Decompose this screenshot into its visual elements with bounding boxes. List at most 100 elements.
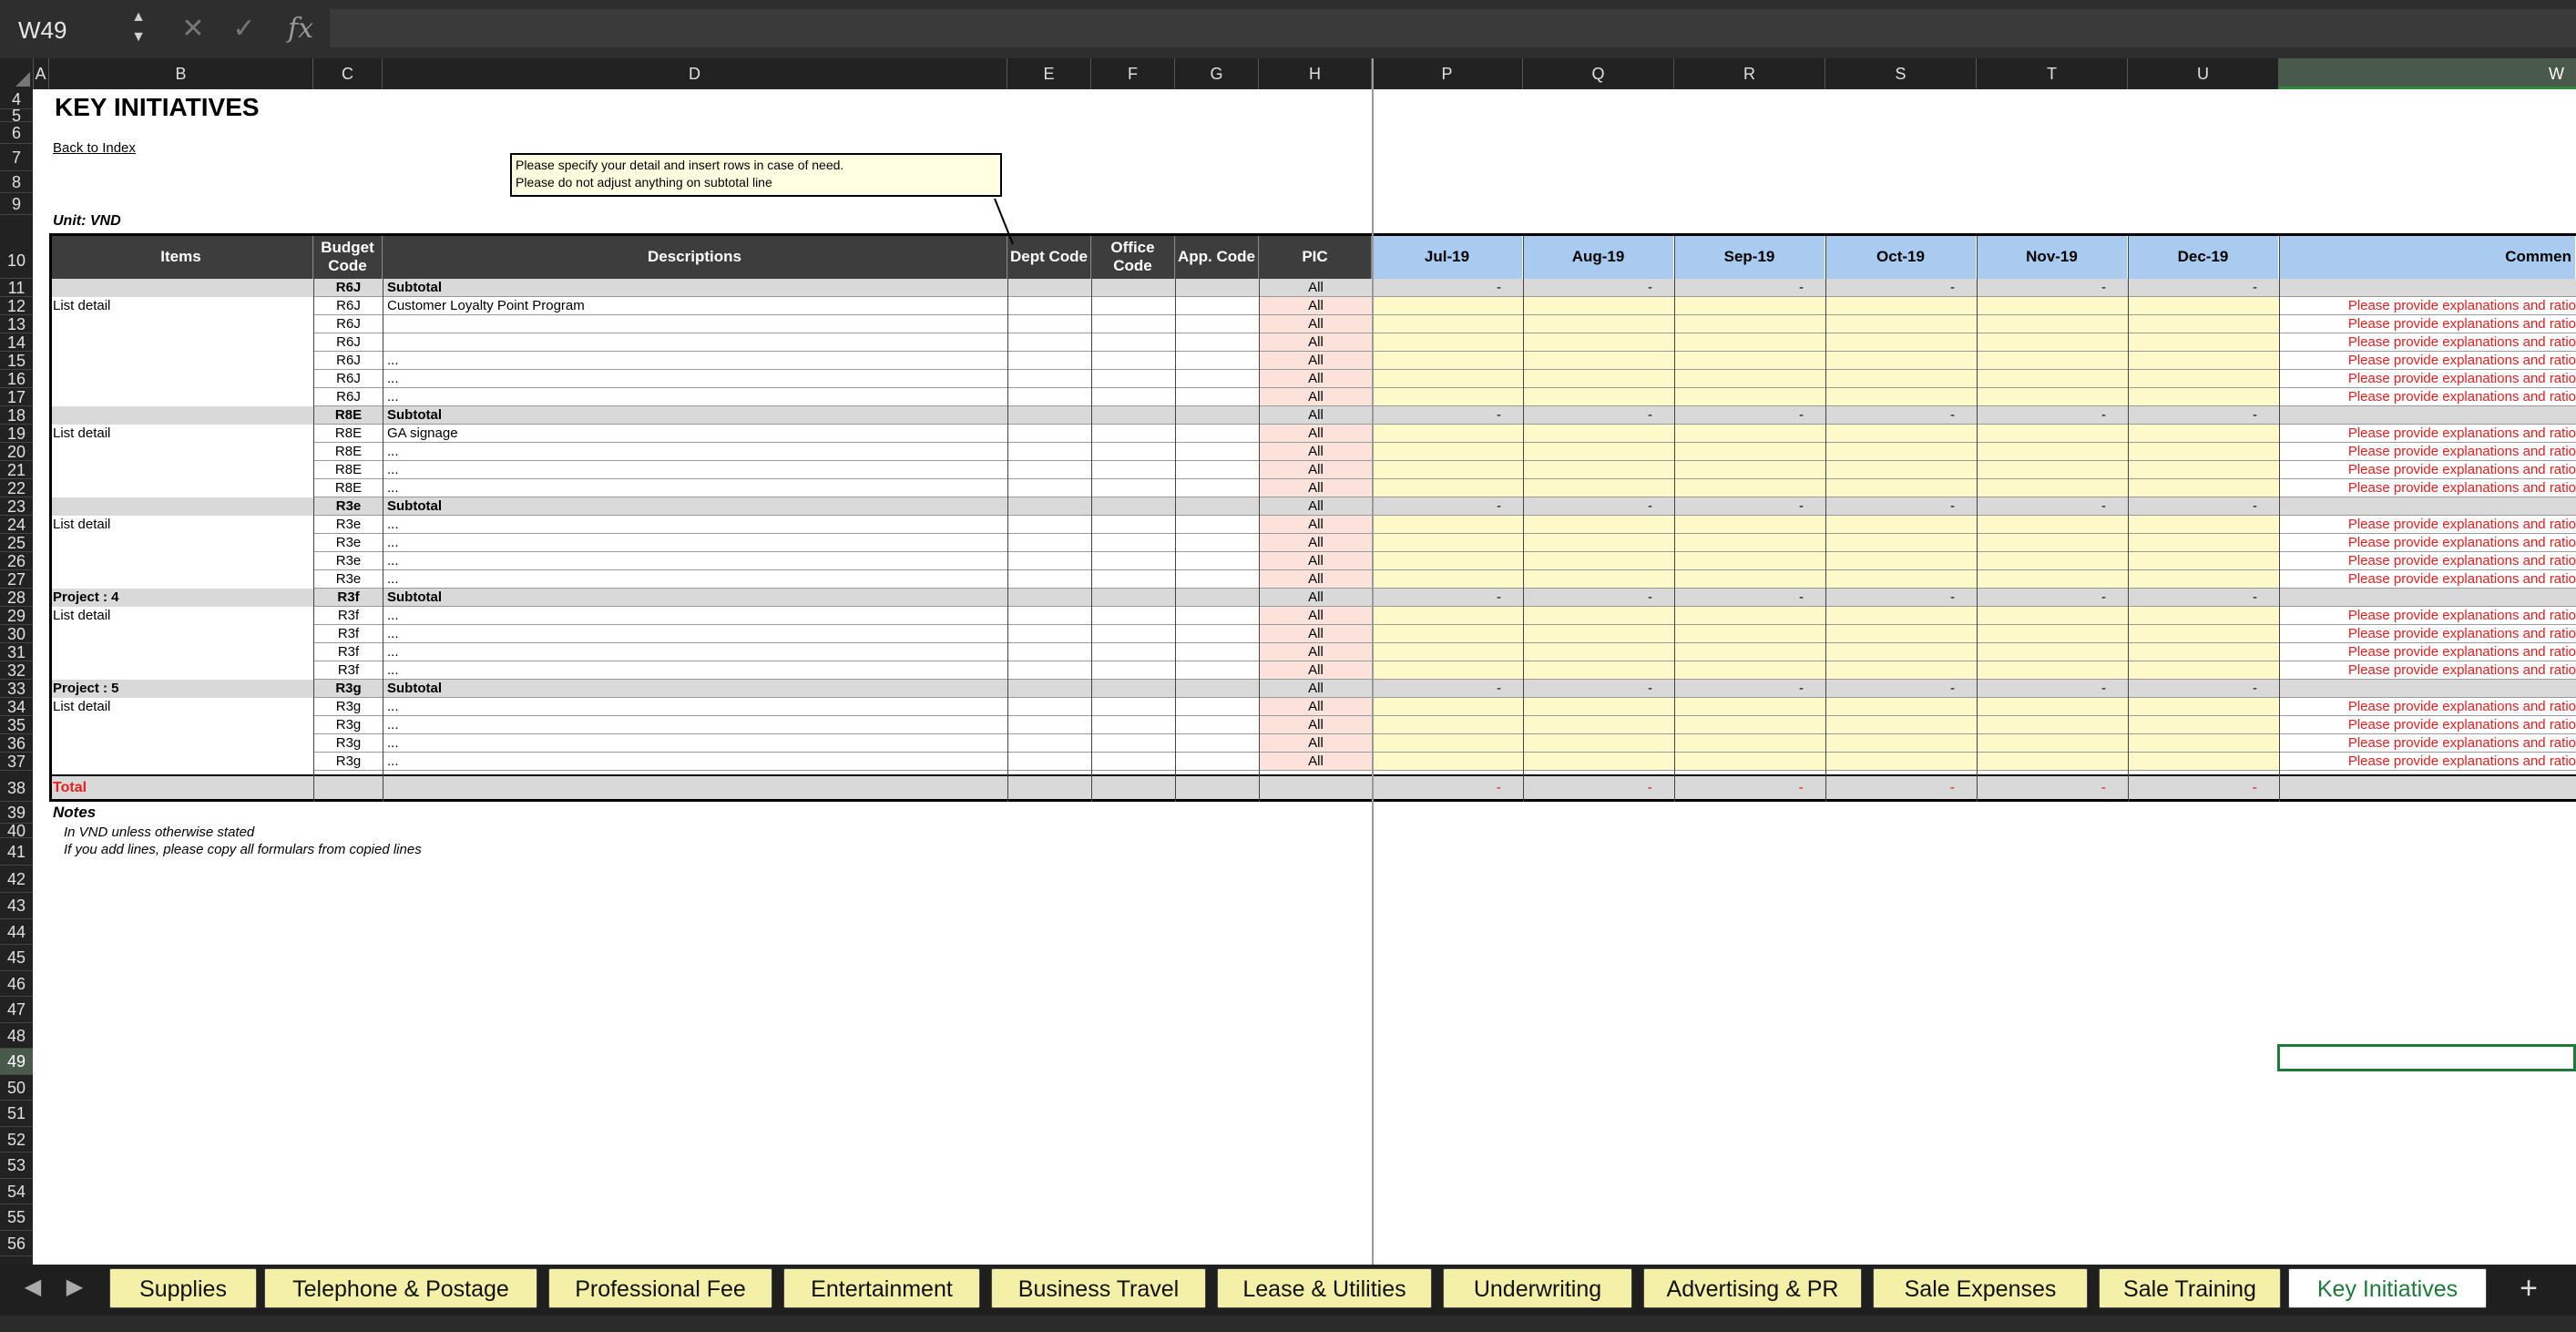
- app-code-cell[interactable]: [1175, 716, 1259, 734]
- comment-cell[interactable]: Please provide explanations and ratio: [2279, 661, 2576, 680]
- dept-code-cell[interactable]: [1007, 516, 1091, 534]
- description-cell[interactable]: ...: [383, 625, 1007, 643]
- app-code-cell[interactable]: [1175, 607, 1259, 625]
- budget-code-cell[interactable]: R3g: [313, 716, 383, 734]
- month-value-cell[interactable]: [1674, 388, 1825, 406]
- description-cell[interactable]: ...: [383, 607, 1007, 625]
- app-code-cell[interactable]: [1175, 753, 1259, 771]
- month-value-cell[interactable]: -: [1674, 680, 1825, 698]
- column-header-p[interactable]: P: [1372, 58, 1523, 89]
- comment-cell[interactable]: Please provide explanations and ratio: [2279, 552, 2576, 570]
- month-value-cell[interactable]: [2128, 625, 2279, 643]
- month-value-cell[interactable]: [1372, 534, 1523, 552]
- row-header-34[interactable]: 34: [0, 698, 33, 716]
- app-code-cell[interactable]: [1175, 333, 1259, 352]
- pic-cell[interactable]: All: [1259, 352, 1372, 370]
- row-header-32[interactable]: 32: [0, 661, 33, 680]
- pic-cell[interactable]: All: [1259, 734, 1372, 753]
- office-code-cell[interactable]: [1091, 716, 1175, 734]
- month-value-cell[interactable]: [1977, 370, 2128, 388]
- pic-cell[interactable]: All: [1259, 315, 1372, 333]
- dept-code-cell[interactable]: [1007, 370, 1091, 388]
- month-value-cell[interactable]: -: [1825, 406, 1977, 425]
- column-header-c[interactable]: C: [313, 58, 383, 89]
- month-value-cell[interactable]: [1977, 698, 2128, 716]
- month-value-cell[interactable]: [1523, 734, 1674, 753]
- dept-code-cell[interactable]: [1007, 552, 1091, 570]
- budget-code-cell[interactable]: R8E: [313, 443, 383, 461]
- month-value-cell[interactable]: [1825, 352, 1977, 370]
- description-cell[interactable]: ...: [383, 534, 1007, 552]
- row-header-26[interactable]: 26: [0, 552, 33, 570]
- office-code-cell[interactable]: [1091, 643, 1175, 661]
- month-value-cell[interactable]: -: [1977, 589, 2128, 607]
- month-value-cell[interactable]: [1372, 297, 1523, 315]
- pic-cell[interactable]: All: [1259, 589, 1372, 607]
- month-value-cell[interactable]: [1523, 753, 1674, 771]
- comment-cell[interactable]: Please provide explanations and ratio: [2279, 698, 2576, 716]
- comment-cell[interactable]: Please provide explanations and ratio: [2279, 388, 2576, 406]
- insert-function-icon[interactable]: fx: [282, 11, 319, 47]
- sheet-tab-supplies[interactable]: Supplies: [109, 1268, 257, 1308]
- month-value-cell[interactable]: [1674, 479, 1825, 497]
- row-header-23[interactable]: 23: [0, 497, 33, 516]
- month-value-cell[interactable]: [1523, 625, 1674, 643]
- back-to-index-link[interactable]: Back to Index: [49, 140, 139, 156]
- row-header-7[interactable]: 7: [0, 144, 33, 171]
- month-value-cell[interactable]: -: [1372, 589, 1523, 607]
- dept-code-cell[interactable]: [1007, 388, 1091, 406]
- month-value-cell[interactable]: [1523, 716, 1674, 734]
- budget-code-cell[interactable]: R3g: [313, 734, 383, 753]
- app-code-cell[interactable]: [1175, 625, 1259, 643]
- sheet-tab-key-initiatives[interactable]: Key Initiatives: [2288, 1268, 2487, 1308]
- column-header-q[interactable]: Q: [1523, 58, 1674, 89]
- pic-cell[interactable]: All: [1259, 661, 1372, 680]
- row-header-12[interactable]: 12: [0, 297, 33, 315]
- column-header-h[interactable]: H: [1259, 58, 1372, 89]
- row-header-56[interactable]: 56: [0, 1231, 33, 1256]
- month-value-cell[interactable]: -: [1825, 680, 1977, 698]
- month-value-cell[interactable]: [1825, 479, 1977, 497]
- month-value-cell[interactable]: [1977, 516, 2128, 534]
- month-value-cell[interactable]: [1674, 753, 1825, 771]
- month-value-cell[interactable]: [2128, 297, 2279, 315]
- app-code-cell[interactable]: [1175, 388, 1259, 406]
- app-code-cell[interactable]: [1175, 315, 1259, 333]
- description-cell[interactable]: ...: [383, 479, 1007, 497]
- pic-cell[interactable]: All: [1259, 625, 1372, 643]
- month-value-cell[interactable]: [2128, 315, 2279, 333]
- dept-code-cell[interactable]: [1007, 461, 1091, 479]
- month-value-cell[interactable]: [1825, 516, 1977, 534]
- month-value-cell[interactable]: [2128, 333, 2279, 352]
- month-value-cell[interactable]: [1825, 425, 1977, 443]
- description-cell[interactable]: ...: [383, 370, 1007, 388]
- column-header-g[interactable]: G: [1175, 58, 1259, 89]
- description-cell[interactable]: ...: [383, 388, 1007, 406]
- month-value-cell[interactable]: [1977, 461, 2128, 479]
- month-value-cell[interactable]: [1674, 443, 1825, 461]
- dept-code-cell[interactable]: [1007, 625, 1091, 643]
- description-cell[interactable]: ...: [383, 352, 1007, 370]
- description-cell[interactable]: ...: [383, 643, 1007, 661]
- month-value-cell[interactable]: [1523, 425, 1674, 443]
- description-cell[interactable]: ...: [383, 716, 1007, 734]
- row-header-10[interactable]: 10: [0, 215, 33, 279]
- month-value-cell[interactable]: [1977, 643, 2128, 661]
- app-code-cell[interactable]: [1175, 279, 1259, 297]
- description-cell[interactable]: ...: [383, 461, 1007, 479]
- month-value-cell[interactable]: [2128, 352, 2279, 370]
- description-cell[interactable]: ...: [383, 734, 1007, 753]
- comment-cell[interactable]: Please provide explanations and ratio: [2279, 315, 2576, 333]
- budget-code-cell[interactable]: R6J: [313, 333, 383, 352]
- budget-code-cell[interactable]: R6J: [313, 279, 383, 297]
- app-code-cell[interactable]: [1175, 680, 1259, 698]
- month-value-cell[interactable]: [1825, 315, 1977, 333]
- comment-cell[interactable]: Please provide explanations and ratio: [2279, 734, 2576, 753]
- pic-cell[interactable]: All: [1259, 516, 1372, 534]
- month-value-cell[interactable]: -: [1977, 497, 2128, 516]
- column-header-a[interactable]: A: [33, 58, 49, 89]
- dept-code-cell[interactable]: [1007, 570, 1091, 589]
- app-code-cell[interactable]: [1175, 352, 1259, 370]
- pic-cell[interactable]: All: [1259, 297, 1372, 315]
- pic-cell[interactable]: All: [1259, 552, 1372, 570]
